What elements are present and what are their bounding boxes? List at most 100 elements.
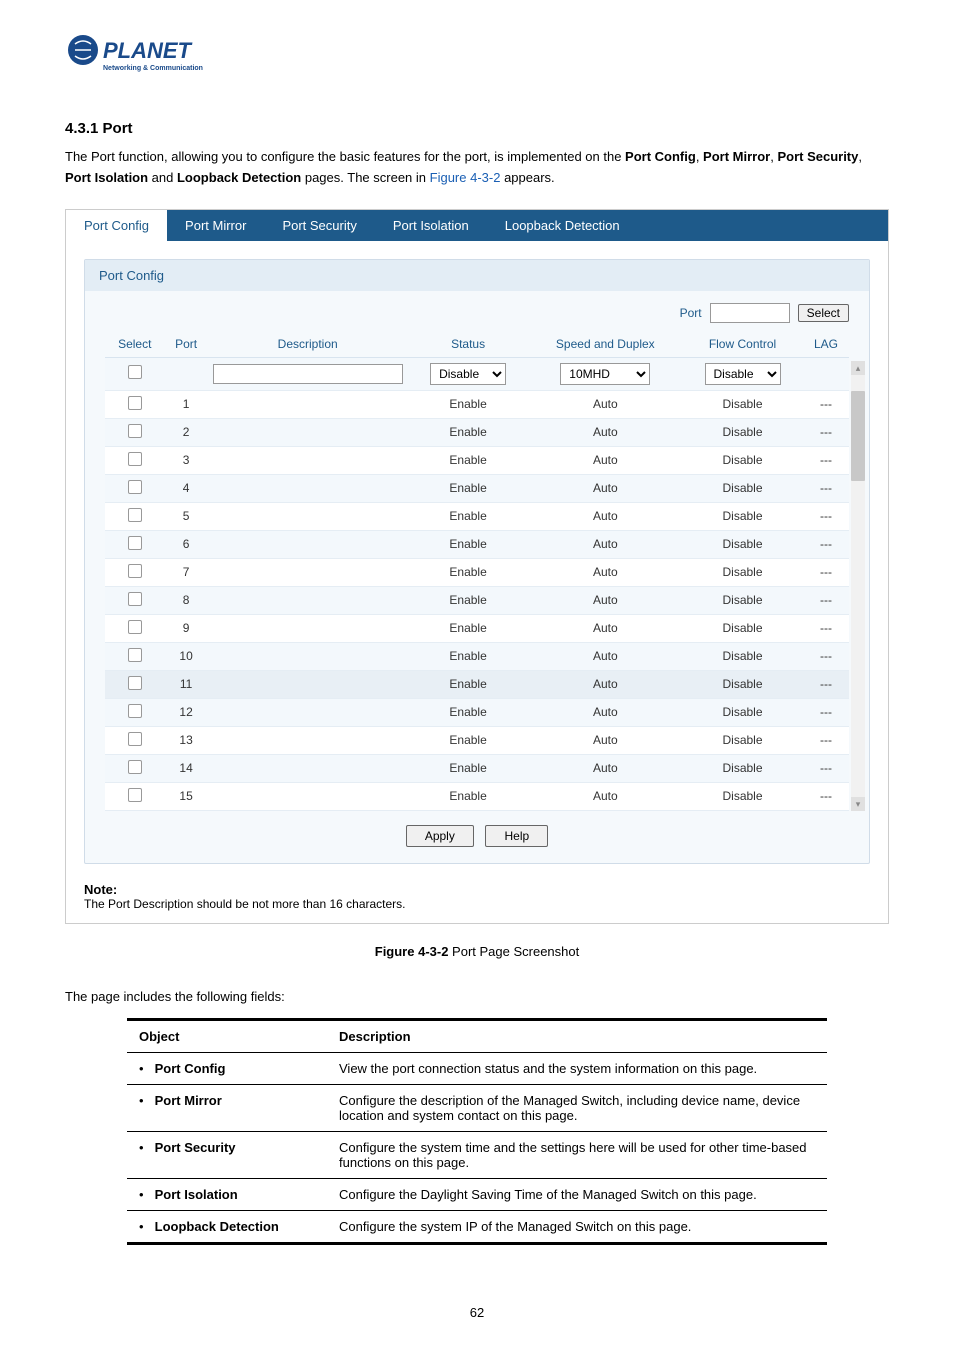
svg-text:Networking & Communication: Networking & Communication [103,65,203,72]
cell-lag: --- [803,530,849,558]
port-table: Select Port Description Status Speed and… [105,331,849,811]
figure-link[interactable]: Figure 4-3-2 [430,170,501,185]
cell-speed: Auto [529,558,683,586]
cell-port: 4 [165,474,208,502]
tab-port-isolation[interactable]: Port Isolation [375,210,487,241]
cell-flow: Disable [682,502,803,530]
table-row: 9EnableAutoDisable--- [105,614,849,642]
row-checkbox[interactable] [128,760,142,774]
scrollbar[interactable]: ▴ ▾ [851,361,865,811]
fields-row: • Port IsolationConfigure the Daylight S… [127,1178,827,1210]
help-button[interactable]: Help [485,825,548,847]
row-checkbox[interactable] [128,396,142,410]
cell-lag: --- [803,586,849,614]
cell-speed: Auto [529,642,683,670]
cell-lag: --- [803,558,849,586]
apply-button[interactable]: Apply [406,825,474,847]
row-checkbox[interactable] [128,480,142,494]
cell-port: 14 [165,754,208,782]
cell-status: Enable [408,502,529,530]
scroll-down-icon[interactable]: ▾ [851,797,865,811]
row-checkbox[interactable] [128,424,142,438]
table-row: 10EnableAutoDisable--- [105,642,849,670]
intro-text: , [858,149,862,164]
cell-description [208,446,408,474]
col-flow-control: Flow Control [682,331,803,358]
cell-port: 15 [165,782,208,810]
cell-description [208,586,408,614]
tab-port-security[interactable]: Port Security [264,210,374,241]
fields-row: • Loopback DetectionConfigure the system… [127,1210,827,1243]
field-description: Configure the system IP of the Managed S… [327,1210,827,1243]
tab-port-config[interactable]: Port Config [66,210,167,241]
row-checkbox[interactable] [128,648,142,662]
col-select: Select [105,331,165,358]
cell-flow: Disable [682,670,803,698]
table-row: 7EnableAutoDisable--- [105,558,849,586]
flow-control-select[interactable]: Disable [705,363,781,385]
cell-lag: --- [803,614,849,642]
speed-duplex-select[interactable]: 10MHD [560,363,650,385]
status-select[interactable]: Disable [430,363,506,385]
cell-status: Enable [408,614,529,642]
row-checkbox[interactable] [128,732,142,746]
row-checkbox[interactable] [128,676,142,690]
cell-description [208,418,408,446]
table-row: 14EnableAutoDisable--- [105,754,849,782]
cell-lag: --- [803,446,849,474]
caption-suffix: Port Page Screenshot [448,944,579,959]
cell-description [208,474,408,502]
tab-loopback-detection[interactable]: Loopback Detection [487,210,638,241]
table-row: 4EnableAutoDisable--- [105,474,849,502]
cell-speed: Auto [529,782,683,810]
port-filter-input[interactable] [710,303,790,323]
cell-flow: Disable [682,474,803,502]
caption-prefix: Figure 4-3-2 [375,944,449,959]
row-checkbox[interactable] [128,452,142,466]
cell-port: 10 [165,642,208,670]
scrollbar-thumb[interactable] [851,391,865,481]
port-filter-label: Port [680,306,702,320]
cell-speed: Auto [529,390,683,418]
select-all-checkbox[interactable] [128,365,142,379]
port-filter-row: Port Select [105,303,849,323]
scroll-up-icon[interactable]: ▴ [851,361,865,375]
cell-lag: --- [803,418,849,446]
cell-status: Enable [408,754,529,782]
cell-port: 2 [165,418,208,446]
row-checkbox[interactable] [128,620,142,634]
table-row: 8EnableAutoDisable--- [105,586,849,614]
cell-status: Enable [408,670,529,698]
figure-caption: Figure 4-3-2 Port Page Screenshot [65,944,889,959]
cell-port: 9 [165,614,208,642]
cell-lag: --- [803,474,849,502]
table-row: 6EnableAutoDisable--- [105,530,849,558]
cell-flow: Disable [682,782,803,810]
cell-status: Enable [408,698,529,726]
intro-bold: Loopback Detection [177,170,301,185]
cell-port: 13 [165,726,208,754]
fields-intro: The page includes the following fields: [65,989,889,1004]
cell-description [208,502,408,530]
cell-flow: Disable [682,726,803,754]
row-checkbox[interactable] [128,536,142,550]
cell-speed: Auto [529,754,683,782]
row-checkbox[interactable] [128,704,142,718]
cell-speed: Auto [529,418,683,446]
row-checkbox[interactable] [128,564,142,578]
row-checkbox[interactable] [128,592,142,606]
description-input[interactable] [213,364,403,384]
select-button[interactable]: Select [798,304,849,322]
cell-port: 5 [165,502,208,530]
col-speed-duplex: Speed and Duplex [529,331,683,358]
cell-speed: Auto [529,446,683,474]
tab-port-mirror[interactable]: Port Mirror [167,210,264,241]
button-row: Apply Help [105,825,849,847]
cell-flow: Disable [682,754,803,782]
row-checkbox[interactable] [128,508,142,522]
cell-lag: --- [803,390,849,418]
fields-col-description: Description [327,1019,827,1052]
table-row: 2EnableAutoDisable--- [105,418,849,446]
table-row: 5EnableAutoDisable--- [105,502,849,530]
row-checkbox[interactable] [128,788,142,802]
